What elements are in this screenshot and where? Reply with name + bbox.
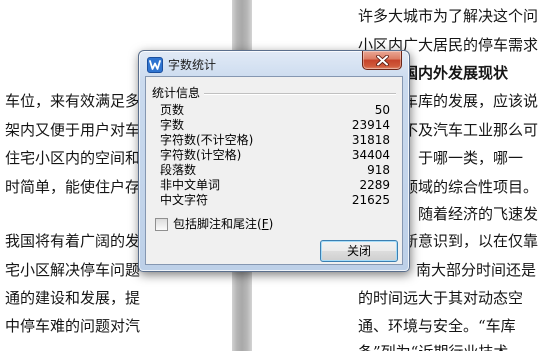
statistics-list: 页数 50 字数 23914 字符数(不计空格) 31818 字符数(计空格) …: [160, 103, 390, 208]
document-text-line: 领域的综合性项目。: [403, 178, 538, 196]
stat-value: 21625: [351, 193, 390, 207]
document-text-line: 通、环境与安全。“车库: [358, 317, 516, 335]
group-divider: [204, 93, 396, 95]
stat-row-chinese-chars: 中文字符 21625: [160, 193, 390, 208]
close-icon: [376, 55, 389, 66]
word-processor-window: 车位，来有效满足多 架内又便于用户对车 住宅小区内的空间和 时简单，能使住户存 …: [0, 0, 538, 351]
document-text-line: 随着经济的飞速发: [418, 205, 538, 223]
word-count-dialog: 字数统计 统计信息 页数 50 字数 23914 字符数(不计空格) 31818…: [138, 50, 410, 272]
stat-label: 字数: [160, 118, 185, 132]
document-text-line: 车位，来有效满足多: [4, 92, 140, 110]
close-button[interactable]: 关闭: [320, 240, 398, 262]
document-text-line: 通的建设和发展，提: [4, 289, 140, 307]
checkbox-label-text: 包括脚注和尾注(: [173, 217, 262, 231]
wps-writer-icon: [147, 57, 163, 73]
document-text-line: 南大部分时间还是: [416, 261, 537, 279]
statistics-group-label: 统计信息: [152, 86, 201, 100]
stat-value: 2289: [359, 178, 390, 192]
close-window-button[interactable]: [362, 51, 402, 70]
stat-row-non-chinese-words: 非中文单词 2289: [160, 178, 390, 193]
stat-value: 50: [374, 103, 390, 117]
stat-row-words: 字数 23914: [160, 118, 390, 133]
document-text-line: 中停车难的问题对汽: [4, 317, 140, 335]
checkbox-accesskey: F: [261, 217, 269, 231]
document-text-line: 宅小区解决停车问题: [4, 261, 140, 279]
document-text-line: 新意识到，以在仅靠: [403, 232, 538, 250]
stat-row-pages: 页数 50: [160, 103, 390, 118]
stat-row-chars-with-spaces: 字符数(计空格) 34404: [160, 148, 390, 163]
document-text-line: 的时间远大于其对动态空: [358, 289, 524, 307]
stat-label: 段落数: [160, 163, 197, 177]
stat-value: 34404: [351, 148, 390, 162]
dialog-content: 统计信息 页数 50 字数 23914 字符数(不计空格) 31818 字符数(…: [145, 76, 403, 265]
stat-row-chars-no-spaces: 字符数(不计空格) 31818: [160, 133, 390, 148]
document-text-line: 于哪一类，哪一: [418, 149, 524, 167]
document-text-line: 车库的发展，应该说: [403, 92, 538, 110]
document-text-line: 许多大城市为了解决这个问: [358, 7, 538, 25]
document-text-line: 时简单，能使住户存: [4, 178, 140, 196]
checkbox-label-suffix: ): [268, 217, 274, 231]
stat-value: 23914: [351, 118, 390, 132]
stat-label: 字符数(不计空格): [160, 133, 254, 147]
dialog-title: 字数统计: [168, 58, 217, 72]
stat-value: 31818: [351, 133, 390, 147]
document-heading: 国内外发展现状: [403, 64, 509, 82]
stat-row-paragraphs: 段落数 918: [160, 163, 390, 178]
include-footnotes-checkbox[interactable]: [155, 218, 168, 231]
document-text-line: 不及汽车工业那么可: [403, 121, 538, 139]
dialog-title-bar[interactable]: 字数统计: [139, 51, 409, 76]
stat-label: 中文字符: [160, 193, 209, 207]
include-footnotes-label[interactable]: 包括脚注和尾注(F): [173, 217, 273, 232]
document-text-line: 我国将有着广阔的发: [4, 232, 140, 250]
document-text-line: 住宅小区内的空间和: [4, 149, 140, 167]
document-text-line: 条”列为“近期行业技术: [358, 343, 508, 351]
stat-label: 页数: [160, 103, 185, 117]
stat-label: 字符数(计空格): [160, 148, 242, 162]
stat-value: 918: [367, 163, 390, 177]
document-text-line: 架内又便于用户对车: [4, 121, 140, 139]
stat-label: 非中文单词: [160, 178, 221, 192]
